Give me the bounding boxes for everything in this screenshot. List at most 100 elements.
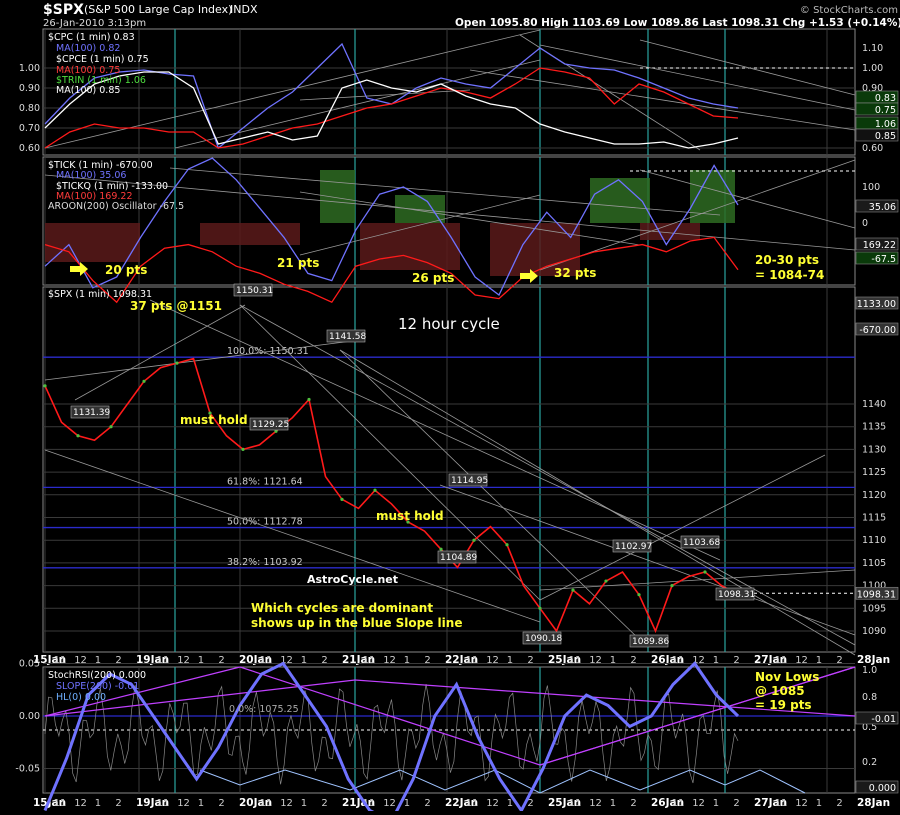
spx-price-point [142, 379, 146, 383]
lower-y-tick-left: 0.00 [19, 711, 40, 722]
price-y-tick: 1135 [862, 422, 886, 433]
price-point-label: 1141.58 [329, 332, 366, 342]
x-axis-label: 1 [301, 798, 307, 809]
upper-y-tick-left: 0.90 [19, 83, 40, 94]
x-axis-label: 11 [569, 798, 582, 809]
spx-price-point [538, 606, 542, 610]
x-axis-top: 15Jan11 12 1 2 19Jan11 12 1 2 20Jan11 12 1 2 21Jan11… [33, 654, 890, 666]
x-axis-bottom: 15Jan11 12 1 2 19Jan11 12 1 2 20Jan11 12 1 2 21Jan11… [33, 797, 890, 809]
tick-note-line-1: 20-30 pts [755, 253, 819, 267]
exchange: INDX [230, 3, 258, 16]
lower-badge-stochrsi: 0.000 [869, 783, 896, 794]
aroon-positive-bar [395, 195, 445, 223]
annotation-which-2: shows up in the blue Slope line [251, 616, 462, 630]
x-axis-label: 1 [198, 655, 204, 666]
x-axis-label: 12 [795, 655, 808, 666]
quote-date: 26-Jan-2010 3:13pm [43, 18, 146, 29]
legend-slope: SLOPE(200) -0.01 [56, 681, 139, 692]
price-point-label: 1150.31 [236, 286, 273, 296]
spx-price-point [472, 538, 476, 542]
x-axis-label: 2 [424, 655, 430, 666]
tick-y-tick: 100 [862, 182, 880, 193]
x-axis-label: 1 [816, 655, 822, 666]
price-y-tick: 1130 [862, 444, 886, 455]
annotation-which-1: Which cycles are dominant [251, 601, 433, 615]
price-point-label: 1102.97 [615, 542, 652, 552]
x-axis-label: 2 [733, 655, 739, 666]
x-axis-label: 11 [260, 655, 273, 666]
x-axis-label: 2 [424, 798, 430, 809]
spx-price-point [307, 397, 311, 402]
tick-badge-aroon: -67.5 [871, 254, 896, 265]
x-axis-label: 11 [466, 655, 479, 666]
x-axis-label: 1 [404, 798, 410, 809]
x-axis-label: 2 [527, 655, 533, 666]
legend-cpc-ma: MA(100) 0.82 [56, 43, 120, 54]
price-y-tick: 1110 [862, 535, 886, 546]
index-name: (S&P 500 Large Cap Index) [84, 3, 232, 16]
lower-note-line-2: @ 1085 [755, 684, 805, 698]
price-y-tick: 1120 [862, 490, 886, 501]
x-axis-label: 12 [383, 655, 396, 666]
cycle-label-1: 20 pts [105, 263, 147, 277]
price-top-badge-1: 1133.00 [857, 299, 896, 310]
upper-y-tick-right: 1.00 [862, 63, 883, 74]
x-axis-label: 11 [157, 798, 170, 809]
tick-y-tick: 0 [862, 218, 868, 229]
upper-y-tick-left: 1.00 [19, 63, 40, 74]
x-axis-label: 11 [54, 798, 67, 809]
spx-price-point [439, 547, 443, 551]
x-axis-label: 12 [692, 798, 705, 809]
x-axis-label: 2 [630, 798, 636, 809]
x-axis-label: 12 [74, 655, 87, 666]
lower-y-tick-left: -0.05 [15, 764, 40, 775]
x-axis-label: 2 [630, 655, 636, 666]
x-axis-label: 1 [404, 655, 410, 666]
tick-badge-ma: 35.06 [869, 202, 896, 213]
x-axis-label: 2 [321, 798, 327, 809]
x-axis-label: 2 [115, 798, 121, 809]
price-point-label: 1089.86 [632, 637, 669, 647]
fib-level-label: 50.0%: 1112.78 [227, 517, 303, 528]
price-last-badge: 1098.31 [857, 589, 896, 600]
x-axis-label: 12 [795, 798, 808, 809]
legend-aroon: AROON(200) Oscillator -67.5 [48, 201, 184, 212]
fib-level-label: 61.8%: 1121.64 [227, 476, 303, 487]
legend-trin-ma: MA(100) 0.85 [56, 85, 120, 96]
x-axis-label: 11 [672, 655, 685, 666]
aroon-negative-bar [640, 223, 700, 240]
aroon-positive-bar [320, 170, 355, 223]
chart-window: $SPX (S&P 500 Large Cap Index) INDX 26-J… [0, 0, 900, 815]
x-axis-label: 12 [177, 798, 190, 809]
upper-y-tick-left: 0.60 [19, 143, 40, 154]
lower-note-line-1: Nov Lows [755, 670, 819, 684]
lower-y-tick-right: 0.2 [862, 757, 877, 768]
upper-y-tick-left: 0.80 [19, 103, 40, 114]
price-point-label: 1090.18 [525, 634, 562, 644]
x-axis-label: 11 [775, 798, 788, 809]
tick-note-line-2: = 1084-74 [755, 268, 824, 282]
x-axis-label: 2 [733, 798, 739, 809]
x-axis-label: 1 [95, 798, 101, 809]
lower-y-tick-left: 0.05 [19, 659, 40, 670]
price-point-label: 1129.25 [252, 420, 289, 430]
price-y-tick: 1115 [862, 513, 886, 524]
spx-price-point [637, 593, 641, 597]
x-axis-label: 1 [507, 655, 513, 666]
fib-level-label: 38.2%: 1103.92 [227, 557, 303, 568]
x-axis-label: 2 [218, 798, 224, 809]
cycle-label-2: 21 pts [277, 256, 319, 270]
spx-price-point [109, 425, 113, 429]
cycle-label-4: 32 pts [554, 266, 596, 280]
spx-price-point [505, 543, 509, 547]
tick-badge-tickq-ma: 169.22 [863, 240, 896, 251]
price-point-label: 1098.31 [718, 590, 755, 600]
x-axis-label: 2 [218, 655, 224, 666]
symbol: $SPX [43, 2, 84, 18]
annotation-must-hold-2: must hold [376, 509, 444, 523]
x-axis-label: 1 [198, 798, 204, 809]
annotation-37pts: 37 pts @1151 [130, 299, 222, 313]
price-point-label: 1114.95 [451, 476, 488, 486]
x-axis-label: 11 [363, 655, 376, 666]
chart-canvas: $SPX (S&P 500 Large Cap Index) INDX 26-J… [0, 0, 900, 815]
